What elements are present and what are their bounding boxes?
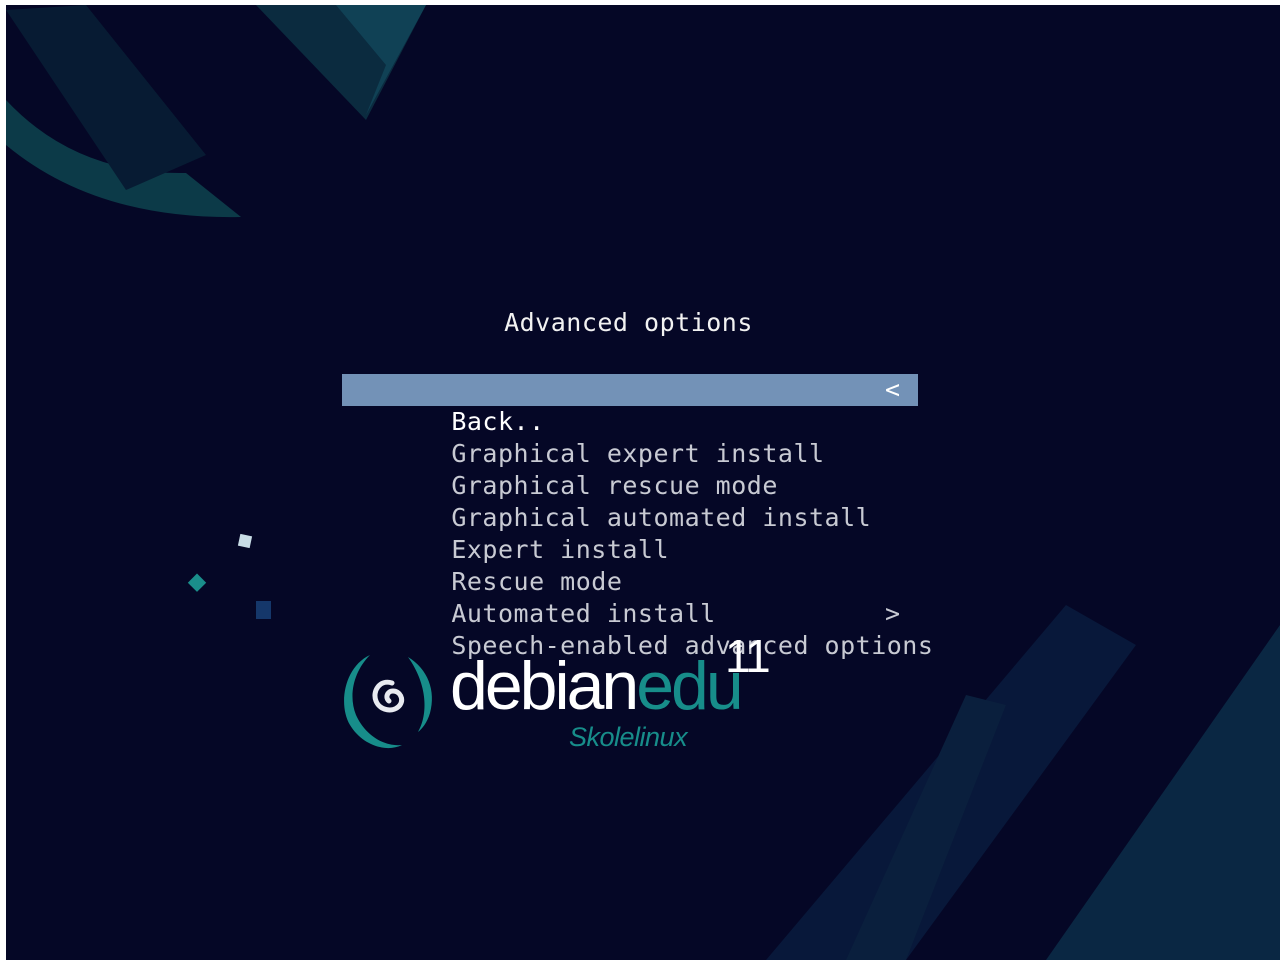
- menu-item-back[interactable]: Back.. <: [342, 374, 918, 436]
- bg-square-shape: [237, 533, 253, 549]
- debian-swirl-icon: [344, 655, 432, 749]
- menu-item-rescue-mode[interactable]: Rescue mode: [342, 534, 918, 596]
- boot-menu: Back.. < Graphical expert install Graphi…: [342, 374, 933, 660]
- menu-item-speech-enabled-advanced-options[interactable]: Speech-enabled advanced options >: [342, 598, 933, 660]
- logo-subtitle: Skolelinux: [569, 722, 688, 752]
- bg-square-shape: [187, 573, 207, 592]
- debianedu-logo: debianedu 11 Skolelinux: [336, 630, 776, 760]
- chevron-left-icon: <: [885, 375, 901, 404]
- logo-version: 11: [725, 630, 771, 682]
- menu-item-graphical-automated-install[interactable]: Graphical automated install: [342, 470, 918, 532]
- menu-item-expert-install[interactable]: Expert install: [342, 502, 918, 564]
- chevron-right-icon: >: [885, 599, 901, 628]
- menu-item-automated-install[interactable]: Automated install: [342, 566, 918, 628]
- logo-wordmark: debianedu: [450, 648, 744, 724]
- boot-screen: Advanced options Back.. < Graphical expe…: [6, 5, 1280, 960]
- menu-item-graphical-expert-install[interactable]: Graphical expert install: [342, 406, 918, 468]
- bg-square-shape: [256, 601, 271, 619]
- menu-title: Advanced options: [504, 308, 753, 337]
- menu-item-graphical-rescue-mode[interactable]: Graphical rescue mode: [342, 438, 918, 500]
